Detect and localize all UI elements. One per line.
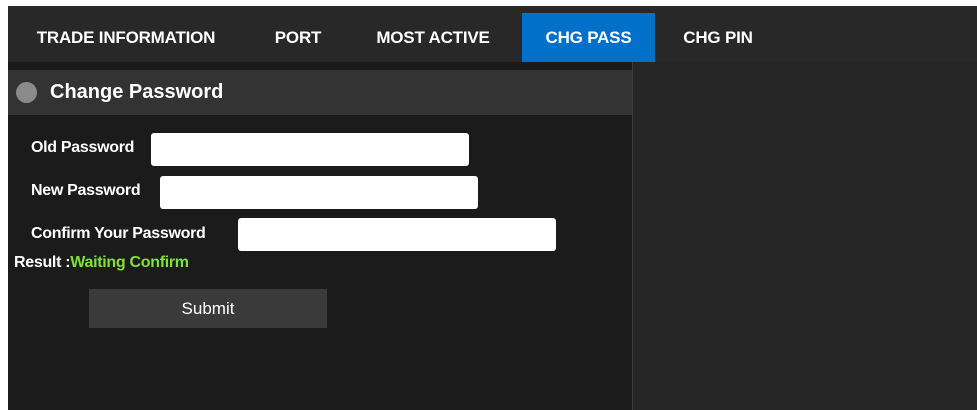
panel-header: Change Password bbox=[8, 70, 632, 115]
old-password-label: Old Password bbox=[31, 139, 135, 156]
new-password-input[interactable] bbox=[160, 176, 478, 209]
confirm-password-input[interactable] bbox=[238, 218, 556, 251]
change-password-panel: Change Password Old Password New Passwor… bbox=[8, 62, 632, 410]
tab-port[interactable]: PORT bbox=[258, 13, 338, 62]
new-password-label: New Password bbox=[31, 182, 141, 199]
submit-button[interactable]: Submit bbox=[89, 289, 327, 328]
old-password-input[interactable] bbox=[151, 133, 469, 166]
confirm-password-label: Confirm Your Password bbox=[31, 225, 206, 242]
panel-title: Change Password bbox=[50, 81, 224, 103]
right-empty-area bbox=[632, 62, 977, 410]
tab-chg-pass[interactable]: CHG PASS bbox=[522, 13, 655, 62]
tab-most-active[interactable]: MOST ACTIVE bbox=[358, 13, 508, 62]
app-frame: TRADE INFORMATION PORT MOST ACTIVE CHG P… bbox=[8, 6, 977, 410]
result-label: Result : bbox=[14, 254, 71, 271]
circle-icon bbox=[16, 82, 37, 103]
tab-chg-pin[interactable]: CHG PIN bbox=[668, 13, 768, 62]
tab-bar: TRADE INFORMATION PORT MOST ACTIVE CHG P… bbox=[8, 6, 977, 62]
tab-trade-information[interactable]: TRADE INFORMATION bbox=[8, 13, 244, 62]
result-status: Waiting Confirm bbox=[70, 254, 189, 271]
result-line: Result :Waiting Confirm bbox=[14, 254, 189, 272]
